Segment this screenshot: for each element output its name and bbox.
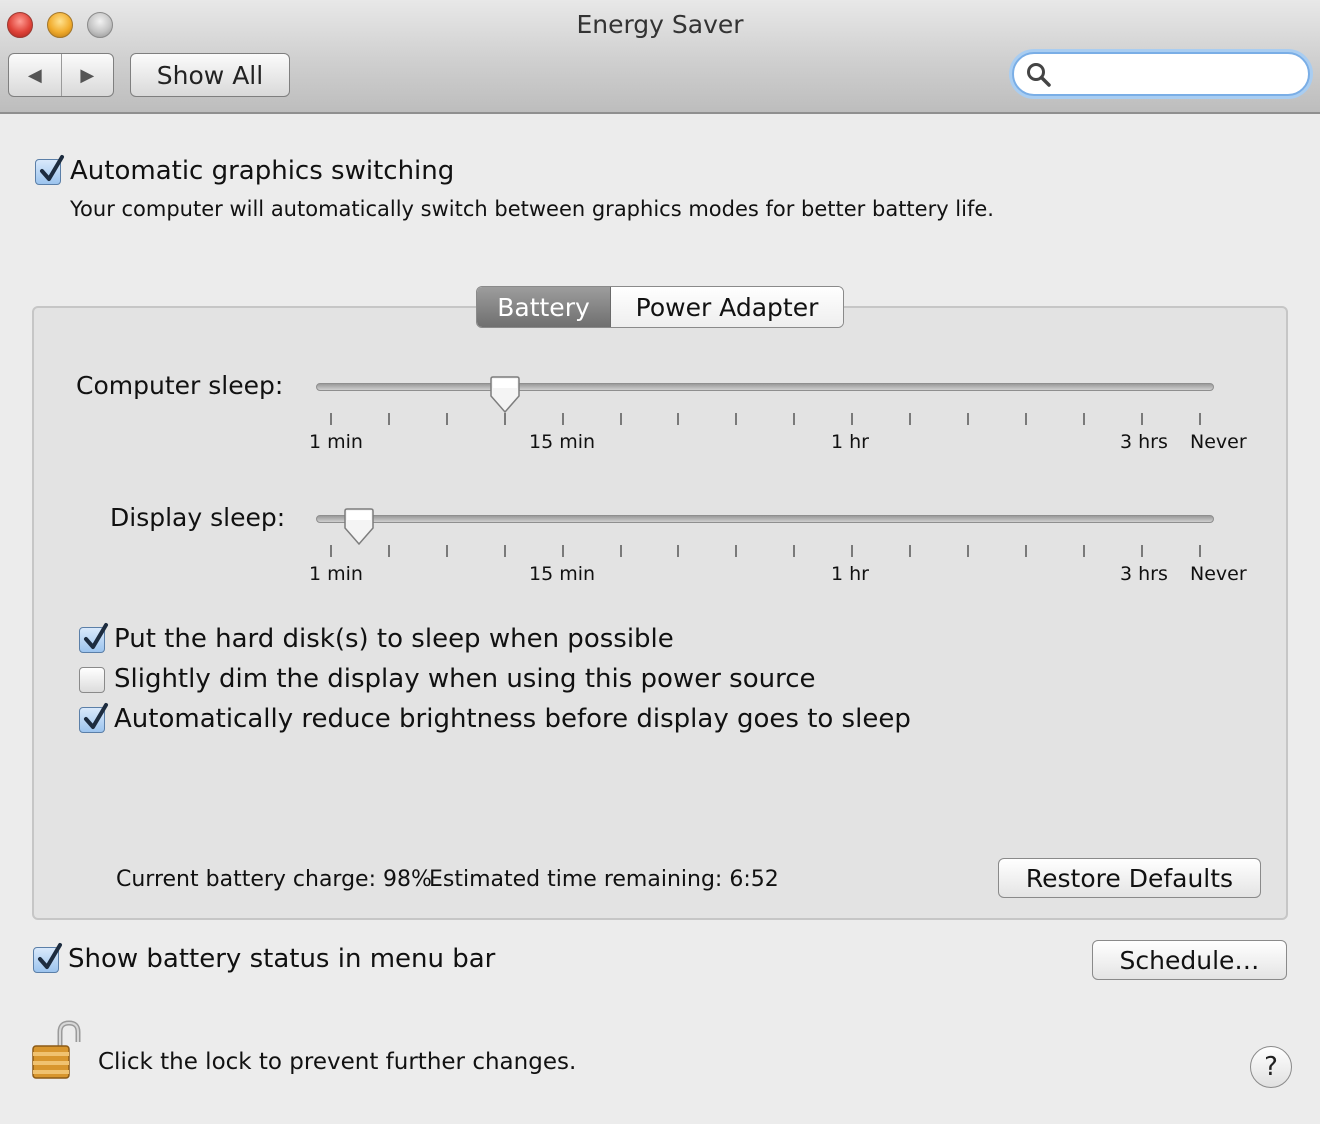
computer-sleep-tick-label: 1 min: [309, 431, 363, 453]
display-sleep-tick-label: 3 hrs: [1120, 563, 1168, 585]
display-sleep-tick: [1083, 545, 1085, 557]
computer-sleep-tick: [735, 413, 737, 425]
display-sleep-label: Display sleep:: [110, 503, 286, 532]
tab-power-adapter[interactable]: Power Adapter: [611, 287, 843, 327]
forward-arrow-icon: ▶: [80, 64, 95, 86]
show-battery-status-checkbox[interactable]: [33, 943, 62, 973]
hard-disk-sleep-checkbox[interactable]: [79, 623, 108, 653]
graphics-switching-description: Your computer will automatically switch …: [70, 197, 994, 221]
help-icon: ?: [1264, 1052, 1278, 1082]
display-sleep-tick: [388, 545, 390, 557]
computer-sleep-tick-label: 3 hrs: [1120, 431, 1168, 453]
window-toolbar: Energy Saver ◀ ▶ Show All: [0, 0, 1320, 114]
graphics-switching-checkbox[interactable]: [35, 155, 64, 185]
display-sleep-tick: [677, 545, 679, 557]
help-button[interactable]: ?: [1250, 1046, 1292, 1088]
back-forward-control: ◀ ▶: [8, 53, 114, 97]
tab-battery[interactable]: Battery: [477, 287, 611, 327]
display-sleep-tick: [793, 545, 795, 557]
display-sleep-tick-label: 1 hr: [831, 563, 869, 585]
computer-sleep-tick: [967, 413, 969, 425]
computer-sleep-tick: [562, 413, 564, 425]
display-sleep-slider-thumb[interactable]: [342, 508, 376, 546]
dim-display-checkbox[interactable]: [79, 667, 105, 693]
show-all-button[interactable]: Show All: [130, 53, 290, 97]
computer-sleep-tick-label: 15 min: [529, 431, 596, 453]
computer-sleep-tick-label: Never: [1190, 431, 1247, 453]
computer-sleep-tick: [793, 413, 795, 425]
computer-sleep-tick: [446, 413, 448, 425]
display-sleep-tick: [446, 545, 448, 557]
computer-sleep-tick: [504, 413, 506, 425]
display-sleep-tick: [562, 545, 564, 557]
show-battery-status-label: Show battery status in menu bar: [68, 944, 496, 974]
search-input[interactable]: [1058, 60, 1298, 88]
computer-sleep-tick-label: 1 hr: [831, 431, 869, 453]
computer-sleep-slider-thumb[interactable]: [488, 376, 522, 414]
checkmark-icon: [84, 703, 108, 729]
display-sleep-tick-label: 1 min: [309, 563, 363, 585]
display-sleep-tick: [967, 545, 969, 557]
computer-sleep-tick: [851, 413, 853, 425]
display-sleep-tick: [735, 545, 737, 557]
display-sleep-tick-label: 15 min: [529, 563, 596, 585]
display-sleep-tick: [909, 545, 911, 557]
checkmark-icon: [84, 623, 108, 649]
back-button[interactable]: ◀: [9, 54, 62, 96]
computer-sleep-label: Computer sleep:: [76, 371, 284, 400]
battery-charge-status: Current battery charge: 98%: [116, 867, 432, 892]
computer-sleep-tick: [388, 413, 390, 425]
display-sleep-slider[interactable]: [316, 515, 1214, 523]
computer-sleep-tick: [330, 413, 332, 425]
window-title: Energy Saver: [576, 10, 744, 39]
hard-disk-sleep-label: Put the hard disk(s) to sleep when possi…: [114, 624, 674, 654]
lock-status-label: Click the lock to prevent further change…: [98, 1049, 577, 1075]
forward-button[interactable]: ▶: [62, 54, 114, 96]
restore-defaults-button[interactable]: Restore Defaults: [998, 858, 1261, 898]
reduce-brightness-checkbox[interactable]: [79, 703, 108, 733]
display-sleep-tick: [1199, 545, 1201, 557]
computer-sleep-slider[interactable]: [316, 383, 1214, 391]
computer-sleep-tick: [620, 413, 622, 425]
schedule-button[interactable]: Schedule…: [1092, 940, 1287, 980]
power-source-tabs: Battery Power Adapter: [476, 286, 844, 328]
computer-sleep-tick: [1199, 413, 1201, 425]
search-field[interactable]: [1012, 52, 1310, 96]
computer-sleep-tick: [1141, 413, 1143, 425]
computer-sleep-tick: [1083, 413, 1085, 425]
computer-sleep-tick: [677, 413, 679, 425]
checkmark-icon: [38, 943, 62, 969]
display-sleep-tick-label: Never: [1190, 563, 1247, 585]
display-sleep-tick: [504, 545, 506, 557]
computer-sleep-tick: [1025, 413, 1027, 425]
checkmark-icon: [40, 155, 64, 181]
search-icon: [1027, 63, 1051, 87]
reduce-brightness-label: Automatically reduce brightness before d…: [114, 704, 911, 734]
display-sleep-tick: [851, 545, 853, 557]
computer-sleep-tick: [909, 413, 911, 425]
dim-display-label: Slightly dim the display when using this…: [114, 664, 816, 694]
back-arrow-icon: ◀: [27, 64, 42, 86]
display-sleep-tick: [620, 545, 622, 557]
time-remaining-status: Estimated time remaining: 6:52: [429, 867, 779, 892]
padlock-open-icon[interactable]: [30, 1020, 84, 1082]
display-sleep-tick: [1025, 545, 1027, 557]
graphics-switching-label: Automatic graphics switching: [70, 156, 455, 186]
display-sleep-tick: [330, 545, 332, 557]
display-sleep-tick: [1141, 545, 1143, 557]
